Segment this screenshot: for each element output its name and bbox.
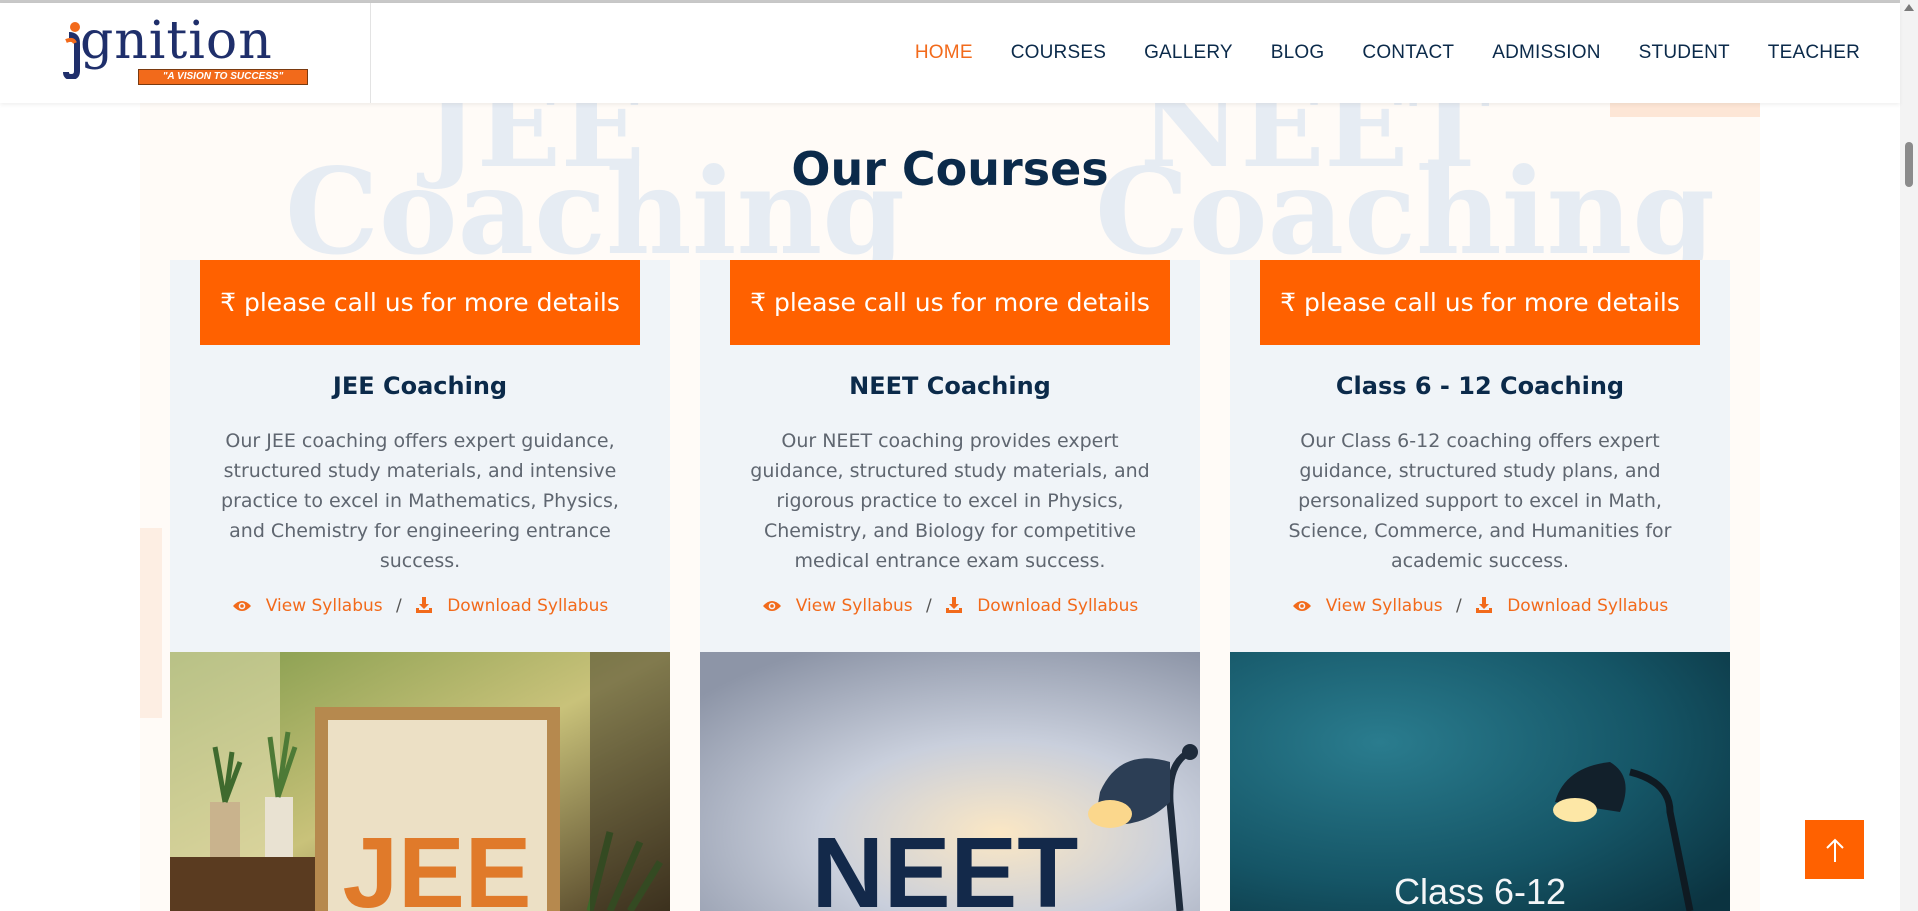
price-text: ₹ please call us for more details bbox=[1280, 287, 1680, 317]
price-banner: ₹ please call us for more details bbox=[730, 260, 1170, 345]
course-image-jee: JEE bbox=[170, 652, 670, 911]
syllabus-links: View Syllabus / Download Syllabus bbox=[1230, 596, 1730, 616]
logo-wordmark: gnition bbox=[80, 11, 273, 71]
view-syllabus-link[interactable]: View Syllabus bbox=[232, 596, 388, 616]
course-description: Our JEE coaching offers expert guidance,… bbox=[221, 430, 619, 572]
download-icon bbox=[946, 597, 963, 613]
course-title: Class 6 - 12 Coaching bbox=[1335, 372, 1625, 400]
download-syllabus-label: Download Syllabus bbox=[447, 596, 609, 616]
price-banner: ₹ please call us for more details bbox=[200, 260, 640, 345]
eye-icon bbox=[1292, 601, 1311, 611]
decor-orange-left bbox=[140, 528, 162, 718]
nav-gallery[interactable]: GALLERY bbox=[1144, 42, 1233, 64]
course-image-class-6-12: Class 6-12 bbox=[1230, 652, 1730, 911]
nav-courses[interactable]: COURSES bbox=[1011, 42, 1106, 64]
logo-tagline: "A VISION TO SUCCESS" bbox=[138, 69, 308, 85]
course-card-class-6-12: ₹ please call us for more details Class … bbox=[1230, 260, 1730, 911]
back-to-top-button[interactable] bbox=[1805, 820, 1864, 879]
image-label: Class 6-12 bbox=[1394, 871, 1566, 911]
link-separator: / bbox=[396, 596, 402, 616]
nav-home[interactable]: HOME bbox=[915, 42, 973, 64]
syllabus-links: View Syllabus / Download Syllabus bbox=[700, 596, 1200, 616]
course-title: NEET Coaching bbox=[849, 372, 1051, 400]
course-image-neet: NEET bbox=[700, 652, 1200, 911]
eye-icon bbox=[762, 601, 781, 611]
download-syllabus-link[interactable]: Download Syllabus bbox=[1470, 596, 1668, 616]
eye-icon bbox=[232, 601, 251, 611]
decor-orange-bar bbox=[1610, 103, 1760, 117]
logo[interactable]: gnition "A VISION TO SUCCESS" bbox=[0, 3, 371, 103]
syllabus-links: View Syllabus / Download Syllabus bbox=[170, 596, 670, 616]
scroll-up-arrow-icon[interactable] bbox=[1904, 4, 1914, 11]
download-icon bbox=[416, 597, 433, 613]
course-card-neet: ₹ please call us for more details NEET C… bbox=[700, 260, 1200, 911]
link-separator: / bbox=[926, 596, 932, 616]
nav-contact[interactable]: CONTACT bbox=[1362, 42, 1454, 64]
link-separator: / bbox=[1456, 596, 1462, 616]
download-syllabus-label: Download Syllabus bbox=[1507, 596, 1669, 616]
view-syllabus-label: View Syllabus bbox=[265, 596, 383, 616]
nav-admission[interactable]: ADMISSION bbox=[1492, 42, 1600, 64]
price-text: ₹ please call us for more details bbox=[750, 287, 1150, 317]
course-card-jee: ₹ please call us for more details JEE Co… bbox=[170, 260, 670, 911]
nav-student[interactable]: STUDENT bbox=[1639, 42, 1730, 64]
price-banner: ₹ please call us for more details bbox=[1260, 260, 1700, 345]
image-label: JEE bbox=[342, 817, 531, 911]
nav-blog[interactable]: BLOG bbox=[1271, 42, 1325, 64]
arrow-up-icon bbox=[1825, 838, 1844, 862]
page-scrollbar[interactable] bbox=[1900, 0, 1918, 911]
course-title: JEE Coaching bbox=[332, 372, 508, 400]
download-syllabus-link[interactable]: Download Syllabus bbox=[410, 596, 608, 616]
view-syllabus-label: View Syllabus bbox=[795, 596, 913, 616]
image-label: NEET bbox=[812, 817, 1079, 911]
price-text: ₹ please call us for more details bbox=[220, 287, 620, 317]
course-description: Our Class 6-12 coaching offers expert gu… bbox=[1288, 430, 1672, 572]
main-nav: HOME COURSES GALLERY BLOG CONTACT ADMISS… bbox=[877, 3, 1900, 103]
download-icon bbox=[1476, 597, 1493, 613]
view-syllabus-label: View Syllabus bbox=[1325, 596, 1443, 616]
view-syllabus-link[interactable]: View Syllabus bbox=[762, 596, 918, 616]
site-header: gnition "A VISION TO SUCCESS" HOME COURS… bbox=[0, 3, 1900, 103]
download-syllabus-label: Download Syllabus bbox=[977, 596, 1139, 616]
scroll-thumb[interactable] bbox=[1905, 142, 1913, 187]
section-title: Our Courses bbox=[791, 142, 1109, 196]
view-syllabus-link[interactable]: View Syllabus bbox=[1292, 596, 1448, 616]
course-description: Our NEET coaching provides expert guidan… bbox=[750, 430, 1150, 572]
download-syllabus-link[interactable]: Download Syllabus bbox=[940, 596, 1138, 616]
nav-teacher[interactable]: TEACHER bbox=[1768, 42, 1860, 64]
